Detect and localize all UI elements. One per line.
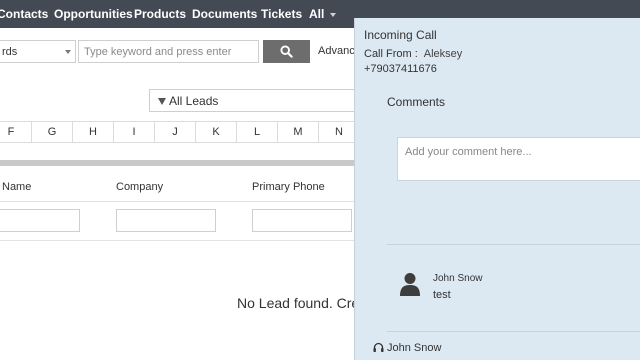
search-icon — [280, 45, 293, 58]
user-avatar-icon — [400, 273, 420, 296]
nav-all-menu[interactable]: All — [309, 7, 337, 21]
nav-opportunities[interactable]: Opportunities — [54, 7, 133, 21]
alphabet-letter[interactable]: K — [195, 122, 236, 142]
incoming-call-panel: Incoming Call Call From : Aleksey +790374… — [354, 18, 640, 360]
alphabet-letter[interactable]: I — [113, 122, 154, 142]
caller-phone: +79037411676 — [364, 63, 437, 75]
search-input[interactable] — [78, 40, 259, 63]
chevron-down-icon — [330, 12, 337, 17]
alphabet-letter[interactable]: L — [236, 122, 277, 142]
comment-item: John Snow test — [387, 263, 640, 315]
call-panel-title: Incoming Call — [364, 28, 437, 42]
search-button[interactable] — [263, 40, 310, 63]
divider — [0, 201, 360, 202]
search-field-select[interactable]: rds — [0, 40, 76, 63]
company-filter-input[interactable] — [116, 209, 216, 232]
divider — [0, 240, 360, 241]
alphabet-letter[interactable]: H — [72, 122, 113, 142]
call-from-label: Call From : — [364, 48, 418, 60]
comments-heading: Comments — [387, 95, 446, 109]
alphabet-letter[interactable]: J — [154, 122, 195, 142]
nav-all-label: All — [309, 7, 325, 21]
alphabet-letter[interactable]: F — [0, 122, 31, 142]
chevron-down-icon — [65, 50, 71, 54]
column-header-company[interactable]: Company — [116, 181, 163, 193]
call-agent: John Snow — [373, 342, 441, 354]
alphabet-letter[interactable]: M — [277, 122, 318, 142]
headset-icon — [373, 342, 384, 352]
divider — [387, 244, 640, 245]
agent-name: John Snow — [387, 342, 442, 354]
call-from-line: Call From : Aleksey — [364, 48, 462, 60]
nav-contacts[interactable]: Contacts — [0, 7, 48, 21]
search-field-value: rds — [2, 46, 18, 58]
table-toolbar-divider — [0, 160, 360, 166]
alphabet-letter[interactable]: N — [318, 122, 359, 142]
divider — [387, 331, 640, 332]
caller-name[interactable]: Aleksey — [424, 48, 463, 60]
nav-tickets[interactable]: Tickets — [261, 7, 302, 21]
empty-list-message: No Lead found. Cre — [237, 295, 360, 311]
alphabet-filter: F G H I J K L M N — [0, 121, 360, 143]
comment-author: John Snow — [433, 273, 483, 284]
column-header-primary-phone[interactable]: Primary Phone — [252, 181, 325, 193]
comment-text: test — [433, 289, 451, 301]
nav-documents[interactable]: Documents — [192, 7, 257, 21]
alphabet-letter[interactable]: G — [31, 122, 72, 142]
list-filter-value: All Leads — [169, 94, 219, 108]
column-header-name[interactable]: Name — [2, 181, 31, 193]
primary-phone-filter-input[interactable] — [252, 209, 352, 232]
list-filter-dropdown[interactable]: All Leads — [149, 89, 359, 112]
nav-products[interactable]: Products — [134, 7, 186, 21]
name-filter-input[interactable] — [0, 209, 80, 232]
comment-input[interactable] — [397, 137, 640, 181]
filter-icon — [158, 98, 166, 105]
